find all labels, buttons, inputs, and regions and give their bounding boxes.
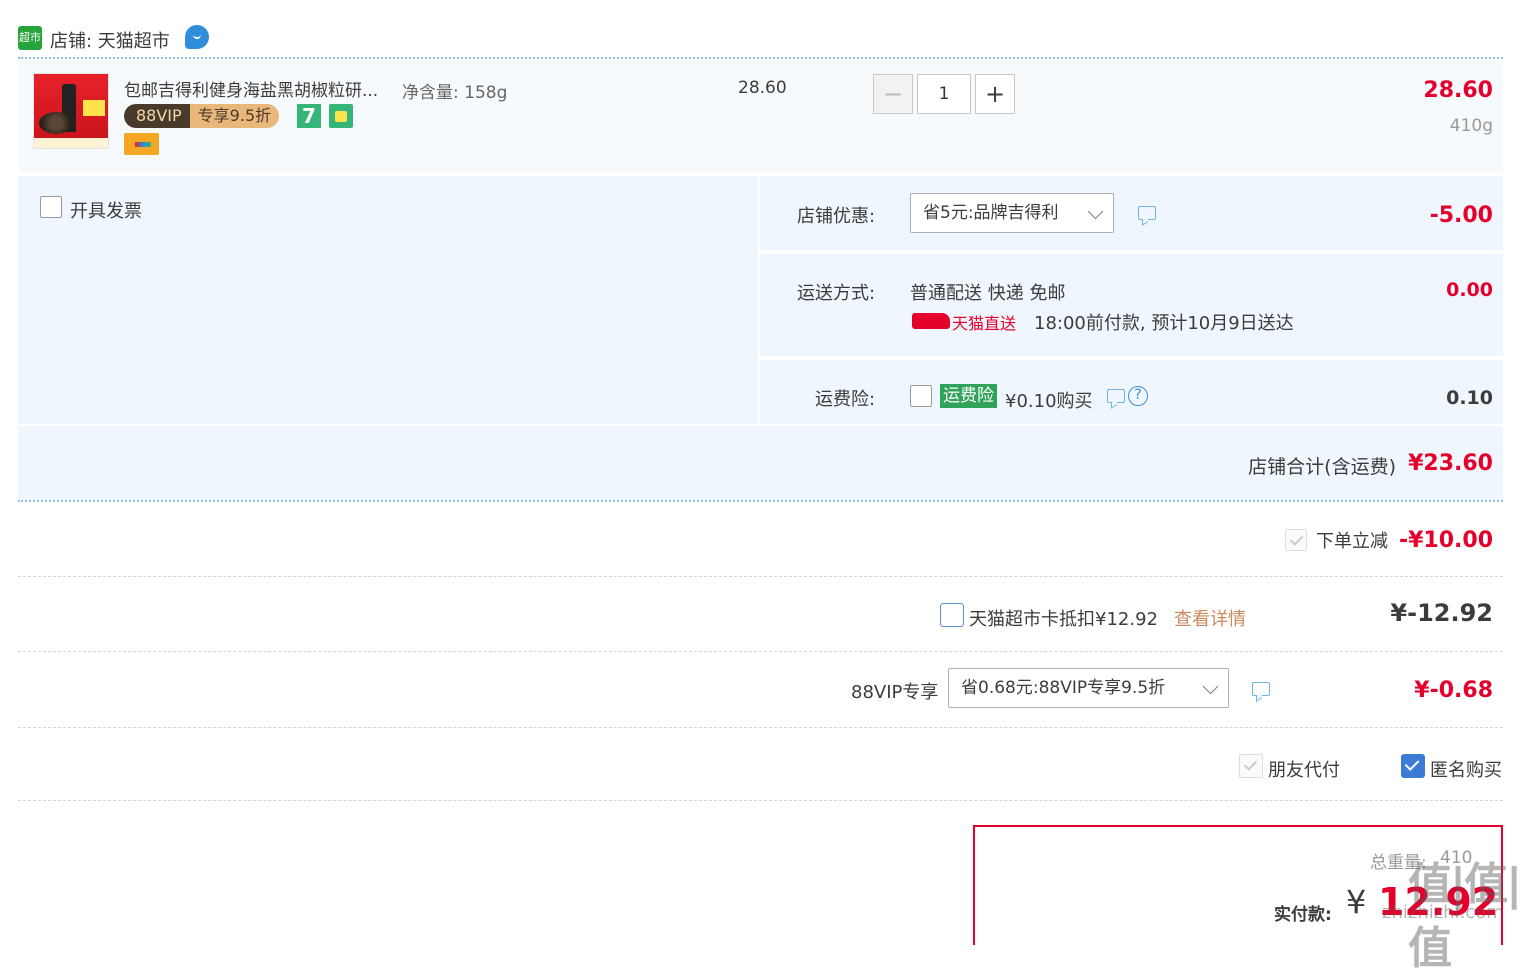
88vip-label: 88VIP	[124, 104, 190, 128]
message-icon[interactable]	[1252, 682, 1270, 696]
anonymous-purchase-label: 匿名购买	[1430, 760, 1502, 781]
quantity-decrease-button[interactable]: −	[873, 74, 913, 114]
shop-total-amount: ¥23.60	[1408, 451, 1493, 476]
instant-discount-checkbox	[1285, 529, 1307, 551]
message-icon[interactable]	[1138, 206, 1156, 220]
card-details-link[interactable]: 查看详情	[1174, 605, 1246, 631]
item-total-price: 28.60	[1423, 78, 1493, 103]
tmall-supermarket-logo: 超市	[18, 26, 42, 50]
88vip-selected: 省0.68元:88VIP专享9.5折	[961, 678, 1166, 698]
store-name[interactable]: 店铺: 天猫超市	[50, 27, 170, 53]
shipping-method: 普通配送 快递 免邮	[910, 283, 1066, 304]
unit-price: 28.60	[738, 78, 787, 98]
currency-symbol: ¥	[1346, 883, 1367, 921]
insurance-amount: 0.10	[1446, 387, 1493, 409]
shipping-row	[760, 254, 1503, 356]
88vip-row-label: 88VIP专享	[851, 682, 939, 703]
chevron-down-icon	[1087, 203, 1104, 220]
supermarket-card-amount: ¥-12.92	[1390, 599, 1493, 627]
friend-pay-checkbox[interactable]	[1239, 754, 1263, 778]
shop-discount-selected: 省5元:品牌吉得利	[923, 203, 1059, 223]
supermarket-card-checkbox[interactable]	[940, 603, 964, 627]
instant-discount-amount: -¥10.00	[1398, 528, 1493, 553]
friend-pay-label: 朋友代付	[1268, 760, 1340, 781]
88vip-discount-select[interactable]: 省0.68元:88VIP专享9.5折	[948, 668, 1229, 708]
shop-discount-select[interactable]: 省5元:品牌吉得利	[910, 193, 1114, 233]
product-title-link[interactable]: 包邮吉得利健身海盐黑胡椒粒研...	[124, 76, 394, 101]
shop-discount-label: 店铺优惠:	[797, 206, 876, 227]
product-thumbnail[interactable]	[33, 73, 109, 149]
product-spec: 净含量: 158g	[402, 83, 508, 103]
divider	[18, 651, 1503, 652]
insurance-tag: 运费险	[940, 384, 997, 408]
shop-total-label: 店铺合计(含运费)	[1248, 456, 1396, 478]
wangwang-chat-icon[interactable]	[185, 25, 209, 49]
insurance-price: ¥0.10购买	[1005, 391, 1093, 412]
insurance-checkbox[interactable]	[910, 385, 932, 407]
pay-amount-label: 实付款:	[1274, 905, 1332, 925]
item-weight: 410g	[1449, 116, 1493, 136]
shop-discount-amount: -5.00	[1429, 203, 1493, 228]
tmall-cat-icon	[912, 313, 950, 329]
seven-day-return-icon: 7	[297, 104, 321, 128]
shopping-bag-icon	[329, 104, 353, 128]
88vip-discount-label: 专享9.5折	[189, 104, 280, 128]
anonymous-purchase-checkbox[interactable]	[1401, 754, 1425, 778]
watermark-site: zhizhizhi.com	[1382, 902, 1504, 923]
product-image-banner	[34, 138, 108, 148]
product-image-price-tag	[83, 100, 105, 116]
quantity-increase-button[interactable]: +	[975, 74, 1015, 114]
supermarket-card-label: 天猫超市卡抵扣¥12.92	[969, 609, 1158, 630]
delivery-eta: 18:00前付款, 预计10月9日送达	[1034, 313, 1294, 334]
insurance-label: 运费险:	[815, 389, 876, 410]
chevron-down-icon	[1202, 678, 1219, 695]
quantity-input[interactable]: 1	[917, 74, 971, 114]
divider	[18, 727, 1503, 728]
shipping-label: 运送方式:	[797, 283, 876, 304]
instant-discount-label: 下单立减	[1316, 531, 1388, 552]
product-image-pepper	[39, 112, 73, 134]
tmall-direct-label: 天猫直送	[952, 314, 1017, 333]
88vip-amount: ¥-0.68	[1414, 678, 1493, 703]
help-icon[interactable]: ?	[1128, 386, 1148, 406]
88vip-discount-badge: 88VIP 专享9.5折	[124, 104, 280, 128]
divider	[18, 57, 1503, 59]
divider	[18, 800, 1503, 801]
divider	[18, 576, 1503, 577]
invoice-checkbox[interactable]	[40, 196, 62, 218]
invoice-label: 开具发票	[70, 201, 142, 222]
credit-card-icon	[124, 133, 159, 155]
shipping-amount: 0.00	[1446, 279, 1493, 301]
message-icon[interactable]	[1107, 389, 1125, 403]
divider	[18, 500, 1503, 502]
